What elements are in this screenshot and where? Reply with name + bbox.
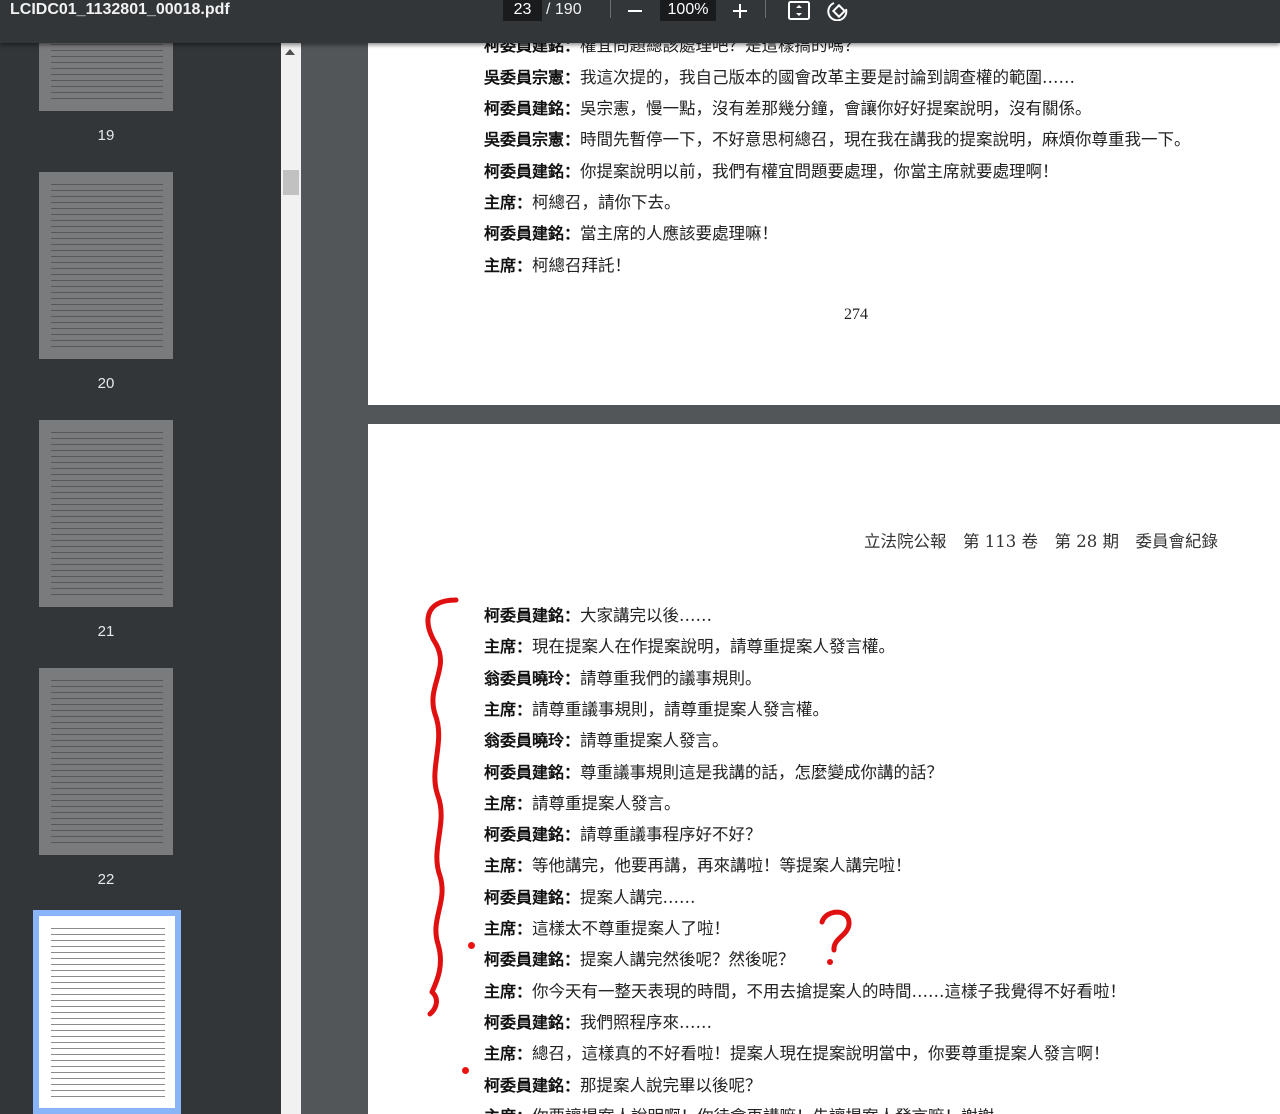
- transcript-line: 主席：柯總召，請你下去。: [484, 193, 681, 212]
- minus-icon: [628, 10, 642, 12]
- rotate-button[interactable]: [825, 0, 851, 22]
- speech-text: 權宜問題總該處理吧？是這樣搞的嗎？: [580, 43, 861, 55]
- red-question-mark: [819, 909, 852, 953]
- red-dot-marker: [468, 942, 475, 949]
- fit-page-icon: [788, 1, 810, 20]
- file-title: LCIDC01_1132801_00018.pdf: [10, 1, 230, 18]
- thumbnail-page-number: 19: [97, 127, 115, 144]
- speech-text: 柯總召，請你下去。: [532, 193, 681, 212]
- zoom-in-button[interactable]: [729, 0, 751, 22]
- red-question-dot: [827, 959, 833, 965]
- page-thumbnail[interactable]: [39, 668, 173, 855]
- plus-icon: [733, 4, 747, 18]
- speaker-name: 吳委員宗憲: [484, 68, 565, 87]
- page-thumbnail[interactable]: [39, 43, 173, 111]
- speech-text: 時間先暫停一下，不好意思柯總召，現在我在講我的提案說明，麻煩你尊重我一下。: [580, 130, 1191, 149]
- page-thumbnail[interactable]: [39, 420, 173, 607]
- rotate-icon: [827, 2, 848, 21]
- sidebar-scrollbar[interactable]: [281, 43, 301, 1114]
- transcript-line: 吳委員宗憲：時間先暫停一下，不好意思柯總召，現在我在講我的提案說明，麻煩你尊重我…: [484, 130, 1191, 149]
- transcript-line: 柯委員建銘：當主席的人應該要處理嘛！: [484, 224, 779, 243]
- page-number: 274: [844, 306, 868, 323]
- speaker-name: 吳委員宗憲: [484, 130, 565, 149]
- pdf-toolbar: LCIDC01_1132801_00018.pdf 23 / 190 100%: [0, 0, 1280, 43]
- transcript-line: 柯委員建銘：權宜問題總該處理吧？是這樣搞的嗎？: [484, 43, 861, 56]
- thumbnail-page-number: 21: [97, 623, 115, 640]
- thumbnail-page-number: 20: [97, 375, 115, 392]
- speaker-name: 柯委員建銘: [484, 43, 565, 55]
- red-annotation-overlay: [425, 597, 852, 1017]
- transcript-line: 主席：柯總召拜託！: [484, 256, 632, 275]
- thumbnail-sidebar: 19 20 21 22: [0, 43, 281, 1114]
- transcript-line: 吳委員宗憲：我這次提的，我自己版本的國會改革主要是討論到調查權的範圍……: [484, 68, 1076, 87]
- speaker-name: 主席: [484, 256, 517, 275]
- page-number-input[interactable]: 23: [503, 0, 542, 21]
- page-thumbnail[interactable]: [39, 172, 173, 359]
- zoom-level-input[interactable]: 100%: [660, 0, 716, 21]
- speech-text: 柯總召拜託！: [532, 256, 632, 275]
- transcript-line: 柯委員建銘：吳宗憲，慢一點，沒有差那幾分鐘，會讓你好好提案說明，沒有關係。: [484, 99, 1092, 118]
- speech-text: 你提案說明以前，我們有權宜問題要處理，你當主席就要處理啊！: [580, 162, 1059, 181]
- speaker-name: 主席: [484, 193, 517, 212]
- zoom-out-button[interactable]: [624, 0, 646, 22]
- fit-to-page-button[interactable]: [786, 0, 812, 22]
- toolbar-divider: [610, 0, 611, 18]
- red-dot-marker: [462, 1067, 469, 1074]
- pdf-page: 柯委員建銘：權宜問題總該處理吧？是這樣搞的嗎？ 吳委員宗憲：我這次提的，我自己版…: [368, 43, 1280, 405]
- scroll-up-arrow-icon[interactable]: [285, 49, 295, 55]
- speaker-name: 柯委員建銘: [484, 224, 565, 243]
- speaker-name: 柯委員建銘: [484, 99, 565, 118]
- thumbnail-page-number: 22: [97, 871, 115, 888]
- red-squiggle-bracket: [425, 597, 459, 1017]
- pdf-page: 立法院公報 第 113 卷 第 28 期 委員會紀錄 柯委員建銘：大家講完以後……: [368, 424, 1280, 1114]
- speech-text: 當主席的人應該要處理嘛！: [580, 224, 779, 243]
- toolbar-divider: [765, 0, 766, 18]
- scrollbar-thumb[interactable]: [283, 170, 299, 195]
- page-thumbnail-selected[interactable]: [33, 910, 181, 1114]
- speaker-name: 柯委員建銘: [484, 162, 565, 181]
- transcript-line: 柯委員建銘：你提案說明以前，我們有權宜問題要處理，你當主席就要處理啊！: [484, 162, 1059, 181]
- document-viewer[interactable]: 柯委員建銘：權宜問題總該處理吧？是這樣搞的嗎？ 吳委員宗憲：我這次提的，我自己版…: [301, 43, 1280, 1114]
- page-total: / 190: [546, 1, 582, 18]
- speech-text: 我這次提的，我自己版本的國會改革主要是討論到調查權的範圍……: [580, 68, 1076, 87]
- speech-text: 吳宗憲，慢一點，沒有差那幾分鐘，會讓你好好提案說明，沒有關係。: [580, 99, 1092, 118]
